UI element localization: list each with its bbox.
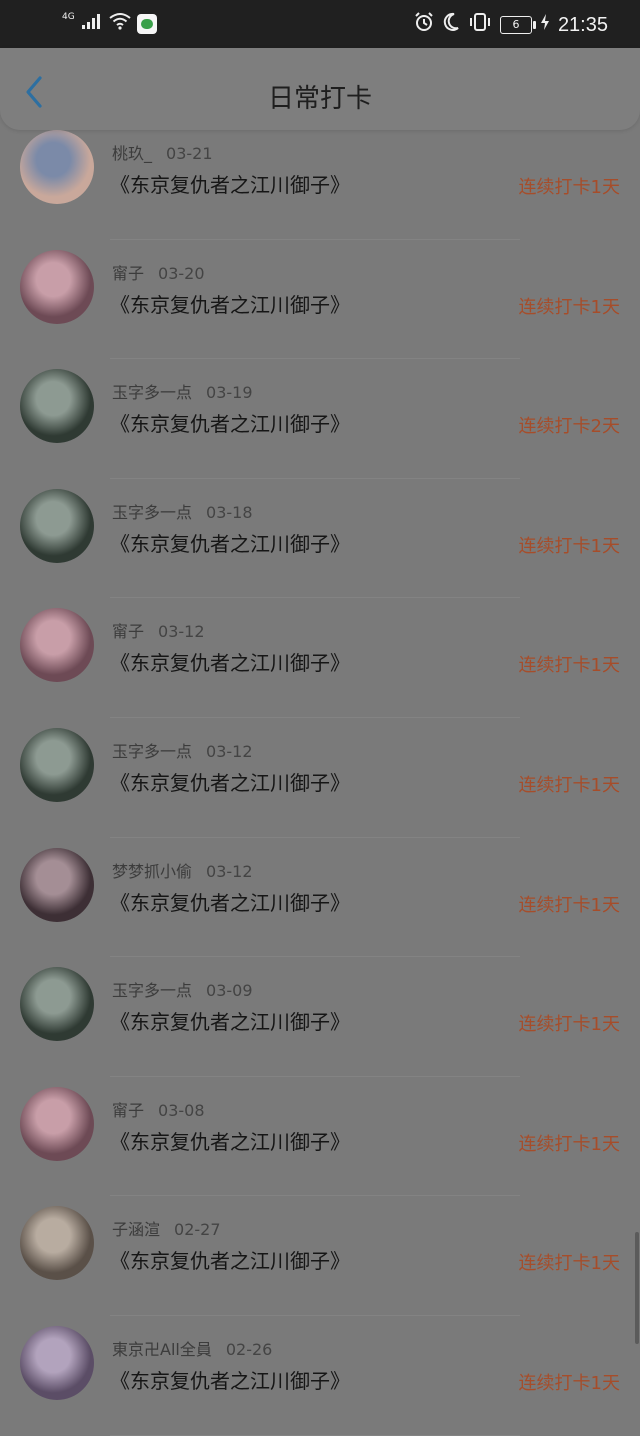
entry-meta: 甯子 03-20 <box>112 260 205 284</box>
streak-label: 连续打卡1天 <box>518 1133 620 1155</box>
book-title[interactable]: 《东京复仇者之江川御子》 <box>110 1245 350 1274</box>
list-item[interactable]: 玉字多一点 03-19 《东京复仇者之江川御子》 连续打卡2天 <box>0 359 640 479</box>
book-title[interactable]: 《东京复仇者之江川御子》 <box>110 647 350 676</box>
checkin-date: 03-20 <box>158 263 205 283</box>
checkin-date: 03-08 <box>158 1100 205 1120</box>
streak-label: 连续打卡1天 <box>518 1372 620 1394</box>
list-item[interactable]: 東京卍All全員 02-26 《东京复仇者之江川御子》 连续打卡1天 <box>0 1316 640 1436</box>
user-name[interactable]: 梦梦抓小偷 <box>112 862 192 881</box>
streak-label: 连续打卡1天 <box>518 535 620 557</box>
checkin-date: 03-18 <box>206 502 253 522</box>
user-name[interactable]: 東京卍All全員 <box>112 1340 212 1359</box>
book-title[interactable]: 《东京复仇者之江川御子》 <box>110 767 350 796</box>
avatar[interactable] <box>20 608 94 683</box>
list-item[interactable]: 梦梦抓小偷 03-12 《东京复仇者之江川御子》 连续打卡1天 <box>0 838 640 958</box>
streak-label: 连续打卡1天 <box>518 655 620 677</box>
checkin-date: 03-12 <box>206 741 253 761</box>
entry-meta: 桃玖_ 03-21 <box>112 140 213 164</box>
avatar[interactable] <box>20 1206 94 1281</box>
user-name[interactable]: 子涵渲 <box>112 1220 160 1239</box>
checkin-date: 03-19 <box>206 383 253 403</box>
alarm-icon <box>414 12 434 38</box>
avatar[interactable] <box>20 727 94 802</box>
vibrate-icon <box>468 12 492 38</box>
status-left: 4G <box>62 12 157 36</box>
user-name[interactable]: 玉字多一点 <box>112 503 192 522</box>
checkin-date: 02-27 <box>174 1220 221 1240</box>
checkin-date: 03-09 <box>206 981 253 1001</box>
checkin-list: 桃玖_ 03-21 《东京复仇者之江川御子》 连续打卡1天 甯子 03-20 《东京… <box>0 120 640 1436</box>
book-title[interactable]: 《东京复仇者之江川御子》 <box>110 289 350 318</box>
checkin-date: 02-26 <box>225 1339 273 1359</box>
book-title[interactable]: 《东京复仇者之江川御子》 <box>110 169 350 198</box>
list-item[interactable]: 甯子 03-12 《东京复仇者之江川御子》 连续打卡1天 <box>0 598 640 718</box>
user-name[interactable]: 玉字多一点 <box>112 981 192 1000</box>
entry-meta: 玉字多一点 03-09 <box>112 977 253 1001</box>
entry-meta: 玉字多一点 03-18 <box>112 499 253 523</box>
list-item[interactable]: 子涵渲 02-27 《东京复仇者之江川御子》 连续打卡1天 <box>0 1196 640 1316</box>
user-name[interactable]: 甯子 <box>112 622 144 641</box>
avatar[interactable] <box>20 1086 94 1161</box>
list-item[interactable]: 玉字多一点 03-09 《东京复仇者之江川御子》 连续打卡1天 <box>0 957 640 1077</box>
entry-meta: 甯子 03-12 <box>112 618 205 642</box>
list-item[interactable]: 甯子 03-20 《东京复仇者之江川御子》 连续打卡1天 <box>0 240 640 360</box>
scrollbar[interactable] <box>635 1232 639 1344</box>
avatar[interactable] <box>20 488 94 563</box>
entry-meta: 子涵渲 02-27 <box>112 1216 221 1240</box>
network-type-label: 4G <box>62 12 75 22</box>
streak-label: 连续打卡1天 <box>518 1014 620 1036</box>
book-title[interactable]: 《东京复仇者之江川御子》 <box>110 528 350 557</box>
user-name[interactable]: 玉字多一点 <box>112 383 192 402</box>
streak-label: 连续打卡1天 <box>518 1253 620 1275</box>
list-item[interactable]: 桃玖_ 03-21 《东京复仇者之江川御子》 连续打卡1天 <box>0 120 640 240</box>
page-title: 日常打卡 <box>267 84 372 114</box>
app-notification-icon <box>136 14 157 34</box>
streak-label: 连续打卡2天 <box>518 416 620 438</box>
entry-meta: 玉字多一点 03-19 <box>112 379 253 403</box>
status-right: 6 21:35 <box>414 12 608 38</box>
checkin-date: 03-12 <box>158 622 205 642</box>
streak-label: 连续打卡1天 <box>518 894 620 916</box>
app-header: 日常打卡 <box>0 48 640 130</box>
divider <box>110 1434 520 1436</box>
avatar[interactable] <box>20 967 94 1042</box>
status-bar: 4G 6 21:35 <box>0 0 640 48</box>
avatar[interactable] <box>20 249 94 324</box>
avatar[interactable] <box>20 847 94 922</box>
entry-meta: 梦梦抓小偷 03-12 <box>112 858 253 882</box>
avatar[interactable] <box>20 369 94 444</box>
signal-icon <box>81 12 103 36</box>
entry-meta: 甯子 03-08 <box>112 1097 205 1121</box>
streak-label: 连续打卡1天 <box>518 177 620 198</box>
list-item[interactable]: 玉字多一点 03-18 《东京复仇者之江川御子》 连续打卡1天 <box>0 479 640 599</box>
book-title[interactable]: 《东京复仇者之江川御子》 <box>110 1006 350 1035</box>
checkin-date: 03-21 <box>166 144 213 163</box>
checkin-date: 03-12 <box>206 861 253 881</box>
charging-icon <box>540 13 550 37</box>
list-item[interactable]: 玉字多一点 03-12 《东京复仇者之江川御子》 连续打卡1天 <box>0 718 640 838</box>
book-title[interactable]: 《东京复仇者之江川御子》 <box>110 1365 350 1394</box>
book-title[interactable]: 《东京复仇者之江川御子》 <box>110 887 350 916</box>
entry-meta: 玉字多一点 03-12 <box>112 738 253 762</box>
streak-label: 连续打卡1天 <box>518 774 620 796</box>
user-name[interactable]: 桃玖_ <box>112 144 152 163</box>
avatar[interactable] <box>20 1325 94 1400</box>
clock-time: 21:35 <box>557 13 608 36</box>
battery-icon: 6 <box>499 16 536 34</box>
moon-icon <box>442 12 460 38</box>
entry-meta: 東京卍All全員 02-26 <box>112 1336 272 1360</box>
user-name[interactable]: 甯子 <box>112 264 144 283</box>
book-title[interactable]: 《东京复仇者之江川御子》 <box>110 1126 350 1155</box>
user-name[interactable]: 玉字多一点 <box>112 742 192 761</box>
list-item[interactable]: 甯子 03-08 《东京复仇者之江川御子》 连续打卡1天 <box>0 1077 640 1197</box>
wifi-icon <box>109 12 131 36</box>
avatar[interactable] <box>20 130 94 204</box>
streak-label: 连续打卡1天 <box>518 296 620 318</box>
user-name[interactable]: 甯子 <box>112 1101 144 1120</box>
book-title[interactable]: 《东京复仇者之江川御子》 <box>110 408 350 437</box>
